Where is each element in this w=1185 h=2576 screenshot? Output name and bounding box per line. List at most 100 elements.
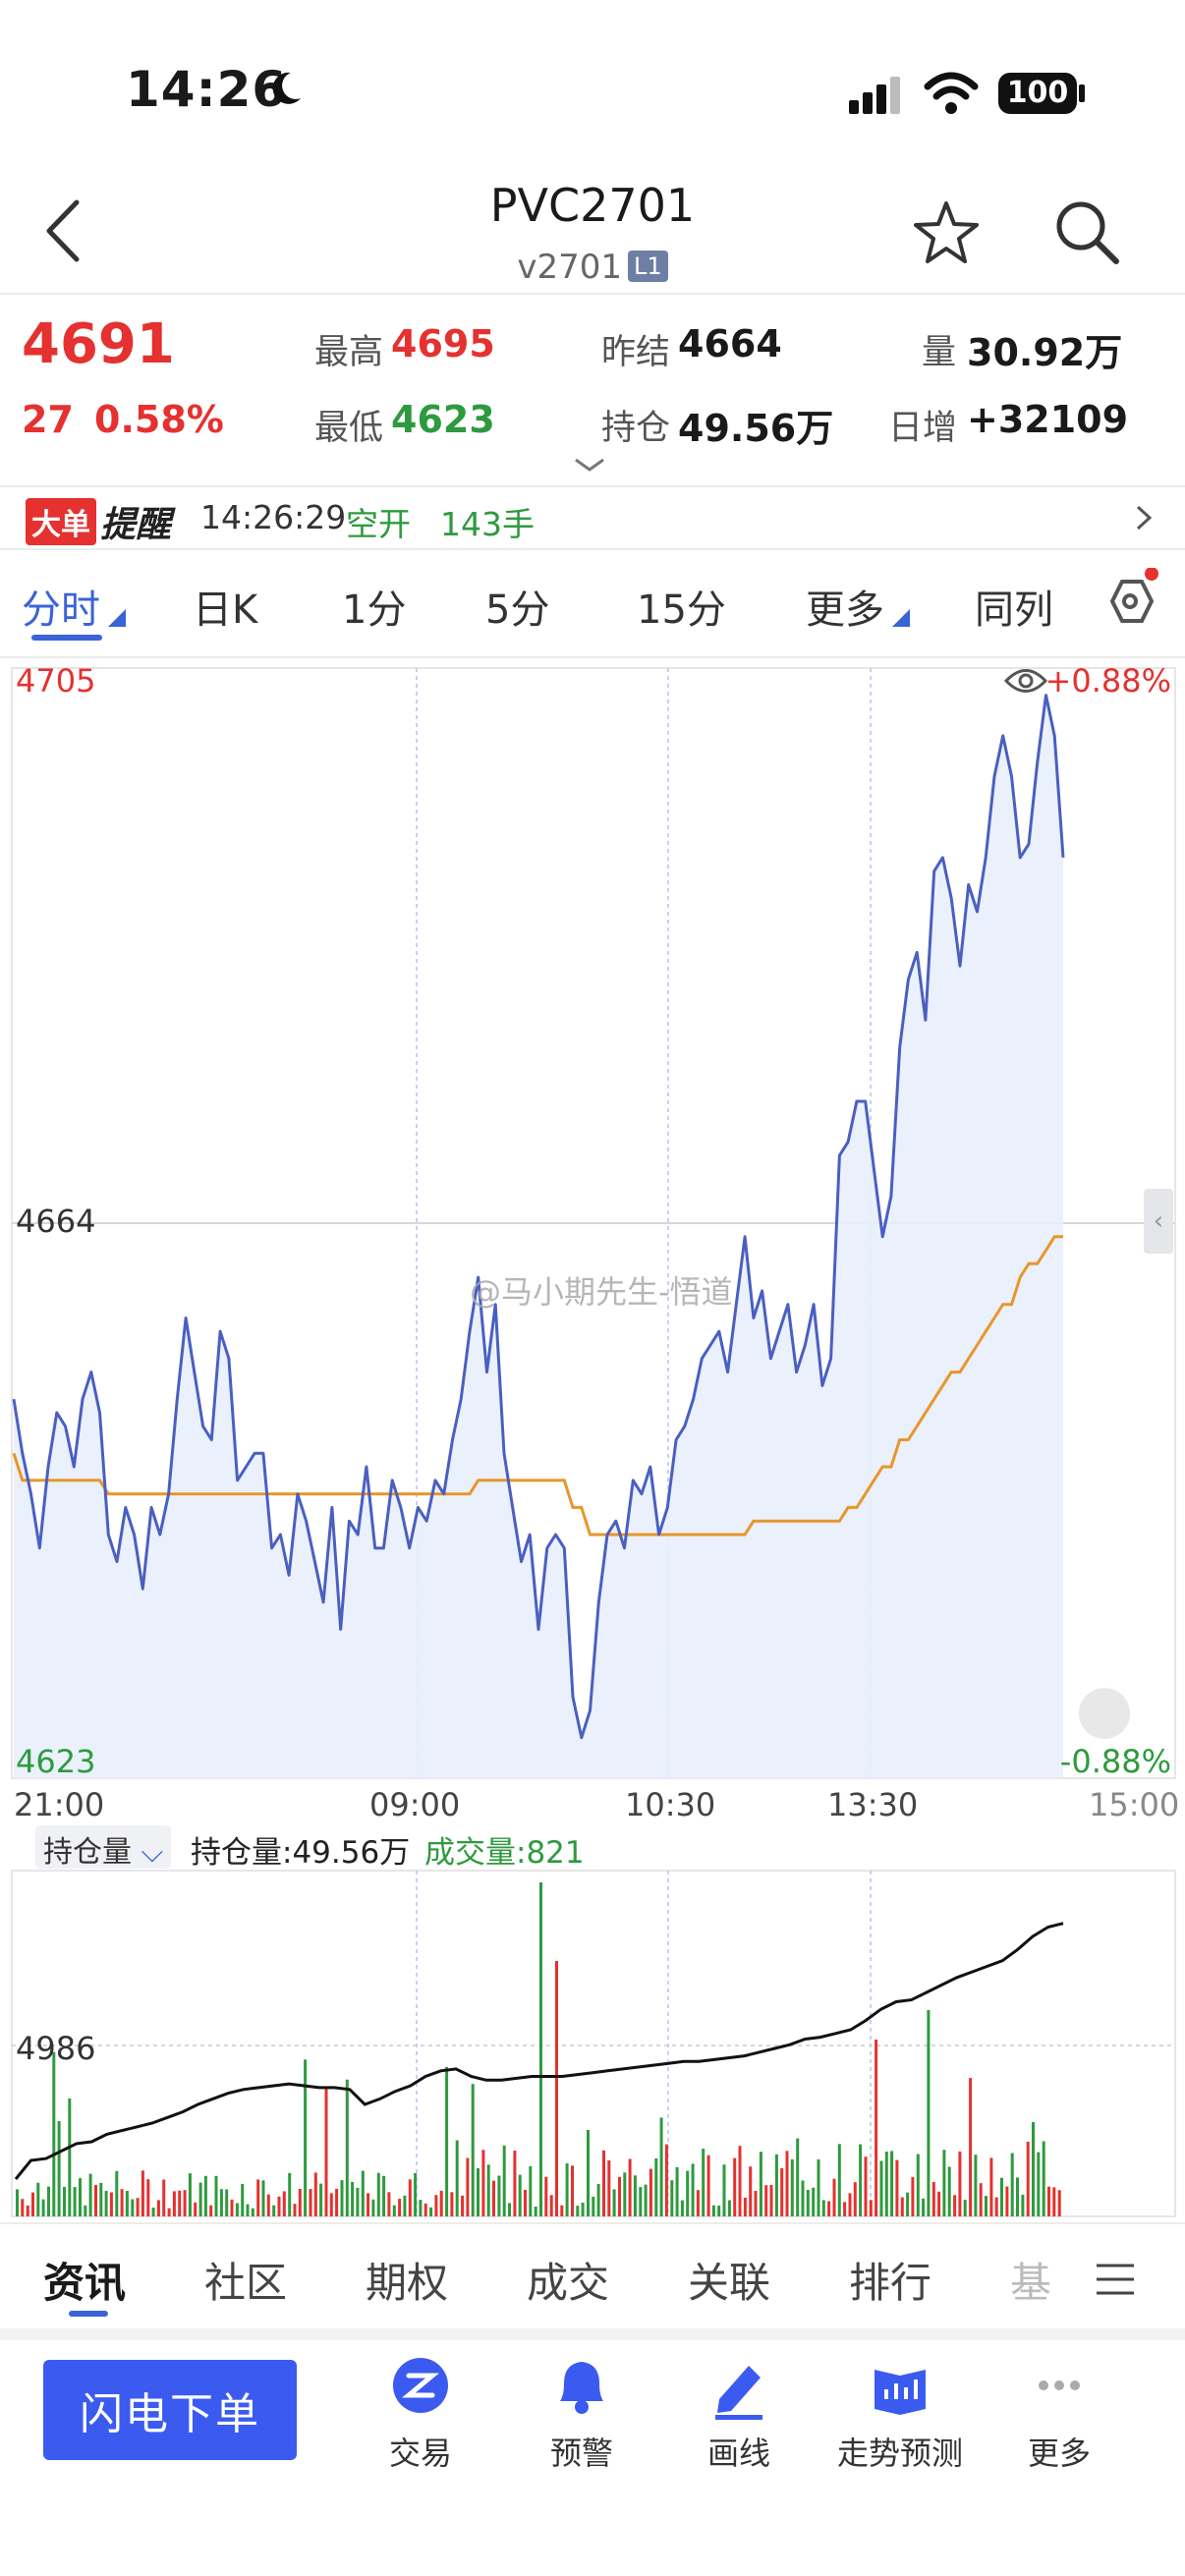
tab-news[interactable]: 资讯 [43,2250,126,2310]
draw-line-label: 画线 [706,2435,770,2472]
flash-order-button[interactable]: 闪电下单 [43,2360,297,2460]
trend-forecast-button[interactable]: 走势预测 [821,2356,979,2474]
volume-bar [916,2154,920,2216]
trade-button[interactable]: 交易 [342,2356,499,2474]
tab-daily-k[interactable]: 日K [193,578,257,635]
indicator-selector[interactable]: 持仓量 ⌵ [35,1825,172,1870]
volume-bar [94,2184,97,2216]
volume-bar [927,2010,931,2216]
search-icon[interactable] [1053,198,1122,267]
volume-bar [477,2168,480,2216]
tab-trades[interactable]: 成交 [527,2250,609,2310]
tab-options[interactable]: 期权 [366,2250,448,2310]
volume-bar [1057,2190,1061,2216]
oi-ref-label: 4986 [16,2030,96,2067]
volume-bar [875,2040,878,2216]
volume-bar [639,2187,643,2216]
volume-bar [497,2175,501,2216]
volume-bar [534,2207,537,2216]
volume-bar [151,2208,155,2216]
volume-bar [675,2166,679,2216]
volume-readout: 成交量:821 [424,1835,585,1871]
tab-community[interactable]: 社区 [204,2250,287,2310]
volume-bar [356,2187,360,2216]
volume-bar [481,2150,485,2216]
volume-bar [790,2158,794,2216]
volume-bar [806,2190,810,2216]
volume-bar [717,2206,721,2216]
volume-bar [63,2187,66,2216]
volume-bar [309,2189,312,2216]
tab-1min[interactable]: 1分 [342,578,406,635]
info-tab-indicator [69,2311,108,2317]
volume-bar [596,2184,600,2216]
volume-bar [974,2155,978,2216]
volume-oi-chart[interactable] [0,1867,1185,2220]
level-badge: L1 [628,251,668,282]
tab-related[interactable]: 关联 [688,2250,770,2310]
volume-bar [1000,2177,1003,2216]
volume-bar [628,2158,632,2216]
volume-bar [963,2200,967,2216]
tab-more-corner-icon [892,609,910,627]
volume-bar [796,2138,800,2216]
fullscreen-icon[interactable] [1079,1688,1130,1739]
draw-line-button[interactable]: 画线 [660,2356,818,2474]
volume-bar [235,2203,239,2216]
volume-bar [445,2066,449,2216]
contract-code: v2701 [517,248,622,287]
tab-ranking[interactable]: 排行 [849,2250,931,2310]
volume-bar [664,2144,668,2216]
volume-bar [241,2184,245,2216]
volume-bar [618,2176,621,2216]
battery-icon: 100 [998,73,1077,114]
volume-bar [214,2175,218,2216]
eye-icon[interactable] [1002,662,1049,700]
volume-bar [36,2182,40,2216]
y-label-mid: 4664 [16,1203,96,1240]
tab-more[interactable]: 更多 [806,578,884,635]
tab-fundamentals[interactable]: 基 [1010,2250,1051,2310]
intraday-chart[interactable] [0,656,1185,1808]
volume-bar [900,2197,904,2216]
volume-bar [544,2176,548,2216]
more-button[interactable]: 更多 [981,2356,1138,2474]
volume-bar [1037,2152,1041,2216]
volume-bar [16,2189,19,2216]
pct-label-top: +0.88% [1044,662,1171,700]
volume-bar [702,2149,705,2216]
volume-bar [848,2193,852,2216]
volume-bar [711,2205,715,2216]
volume-bar [644,2184,648,2216]
volume-bar [277,2196,281,2216]
time-label-0900: 09:00 [369,1786,461,1823]
tab-5min[interactable]: 5分 [485,578,549,635]
volume-bar [376,2172,380,2216]
chevron-right-icon[interactable] [1132,503,1156,532]
volume-bar [434,2195,438,2216]
alert-title: 提醒 [100,505,172,545]
expand-chevron-icon[interactable] [572,456,607,476]
volume-bar [931,2182,935,2216]
volume-bar [403,2195,407,2216]
volume-bar [26,2205,29,2216]
volume-bar [486,2164,490,2216]
volume-bar [136,2198,140,2216]
side-collapse-handle[interactable]: ‹ [1144,1189,1173,1254]
volume-bar [879,2160,883,2216]
volume-bar [587,2130,590,2216]
volume-bar [958,2151,962,2216]
tab-15min[interactable]: 15分 [637,578,726,635]
tab-intraday[interactable]: 分时 [22,578,100,635]
volume-bar [47,2186,50,2216]
tab-active-indicator [31,635,102,641]
alert-button[interactable]: 预警 [503,2356,660,2474]
menu-icon[interactable] [1095,2260,1136,2299]
star-icon[interactable] [912,198,981,267]
tab-same-series[interactable]: 同列 [975,578,1053,635]
volume-bar [57,2121,61,2216]
volume-bar [602,2150,605,2216]
settings-hexagon-icon[interactable] [1091,568,1169,637]
volume-bar [115,2170,119,2216]
volume-bar [272,2205,276,2216]
